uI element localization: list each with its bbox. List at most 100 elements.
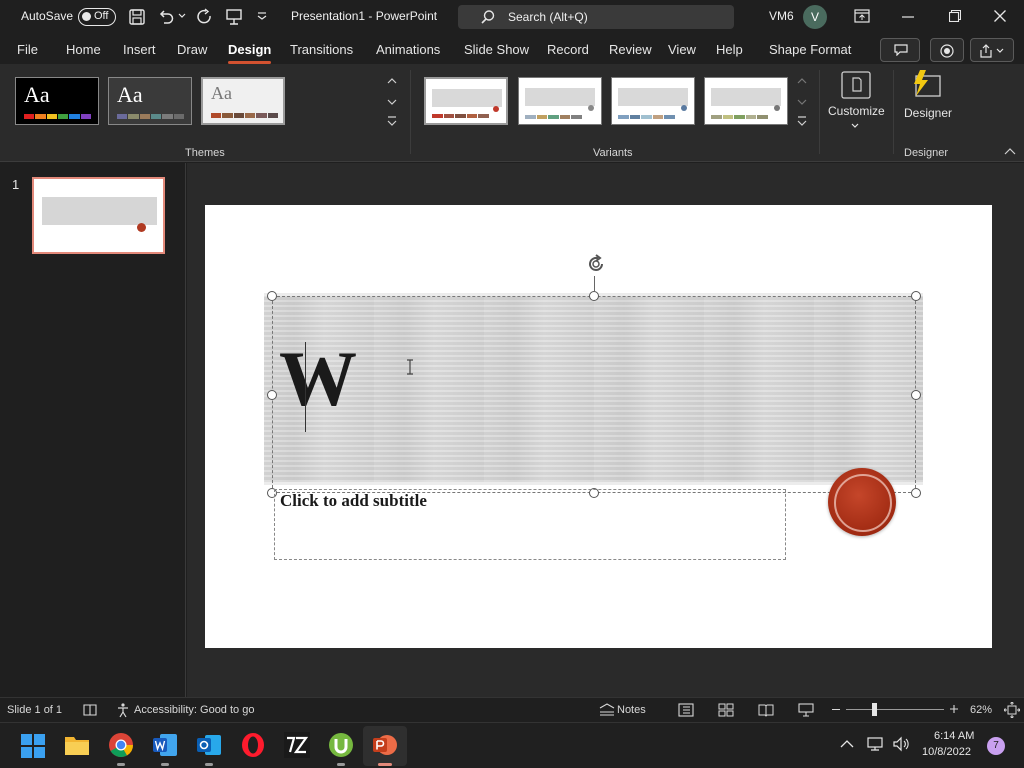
normal-view-icon[interactable] [678, 703, 694, 717]
variant-dot [588, 105, 594, 111]
designer-button[interactable]: Designer [900, 68, 956, 140]
tab-review[interactable]: Review [609, 42, 652, 57]
slide-thumbnail-pane: 1 [0, 163, 186, 697]
variant-dot [774, 105, 780, 111]
theme-sample-text: Aa [117, 82, 143, 107]
undo-icon[interactable] [157, 8, 175, 26]
running-indicator [117, 763, 125, 766]
user-name[interactable]: VM6 [769, 9, 794, 23]
tab-draw[interactable]: Draw [177, 42, 207, 57]
theme-slate[interactable]: Aa [108, 77, 192, 125]
autosave-state: Off [94, 10, 109, 22]
comments-button[interactable] [880, 38, 920, 62]
tab-animations[interactable]: Animations [376, 42, 440, 57]
clock-date[interactable]: 10/8/2022 [922, 746, 971, 758]
outlook-icon[interactable] [196, 732, 222, 766]
redo-icon[interactable] [196, 8, 214, 26]
clock-time[interactable]: 6:14 AM [934, 730, 974, 742]
7zip-icon[interactable] [284, 732, 310, 758]
tab-help[interactable]: Help [716, 42, 743, 57]
save-icon[interactable] [128, 8, 146, 26]
notes-label[interactable]: Notes [617, 704, 646, 716]
zoom-slider-track[interactable] [846, 709, 944, 710]
designer-group-label: Designer [904, 147, 949, 159]
zoom-out-icon[interactable] [832, 709, 840, 710]
tab-design[interactable]: Design [228, 42, 272, 64]
share-button[interactable] [970, 38, 1014, 62]
variant-1[interactable] [424, 77, 508, 125]
variant-3[interactable] [611, 77, 695, 125]
thumbnail-seal [137, 223, 146, 232]
theme-color-bar [117, 114, 185, 119]
resize-handle-right[interactable] [911, 390, 921, 400]
ibeam-cursor-icon [406, 359, 414, 375]
rotate-handle-stem [594, 276, 595, 292]
theme-office-dark[interactable]: Aa [15, 77, 99, 125]
customize-qat-icon[interactable] [256, 11, 268, 21]
accessibility-status[interactable]: Accessibility: Good to go [134, 704, 254, 716]
network-icon[interactable] [866, 736, 884, 752]
windows-start-icon[interactable] [20, 733, 46, 759]
close-icon[interactable] [994, 10, 1006, 22]
tab-home[interactable]: Home [66, 42, 101, 57]
themes-gallery-scroll[interactable] [385, 74, 399, 130]
notes-icon[interactable] [599, 703, 615, 717]
autosave-toggle[interactable]: Off [78, 8, 116, 26]
resize-handle-bottom-right[interactable] [911, 488, 921, 498]
rotate-handle-icon[interactable] [584, 252, 608, 276]
file-explorer-icon[interactable] [64, 732, 90, 758]
tab-view[interactable]: View [668, 42, 696, 57]
search-box[interactable]: Search (Alt+Q) [458, 5, 734, 29]
tab-record[interactable]: Record [547, 42, 589, 57]
utorrent-icon[interactable] [328, 732, 354, 766]
resize-handle-top-left[interactable] [267, 291, 277, 301]
slide-thumbnail[interactable] [32, 177, 165, 254]
tab-shape-format[interactable]: Shape Format [769, 42, 851, 57]
spelling-icon[interactable] [82, 703, 98, 717]
autosave-label: AutoSave [21, 9, 74, 23]
start-from-beginning-icon[interactable] [225, 8, 243, 26]
slide-count[interactable]: Slide 1 of 1 [7, 704, 62, 716]
restore-icon[interactable] [949, 10, 961, 22]
variants-gallery-scroll[interactable] [795, 74, 809, 130]
chrome-icon[interactable] [108, 732, 134, 766]
slide-show-icon[interactable] [798, 703, 814, 717]
resize-handle-top-right[interactable] [911, 291, 921, 301]
tab-file[interactable]: File [17, 42, 38, 57]
record-button[interactable] [930, 38, 964, 62]
resize-handle-left[interactable] [267, 390, 277, 400]
opera-icon[interactable] [240, 732, 266, 758]
tab-insert[interactable]: Insert [123, 42, 156, 57]
title-placeholder-selection[interactable] [272, 296, 916, 493]
word-icon[interactable] [152, 732, 178, 766]
notification-badge[interactable]: 7 [987, 737, 1005, 755]
theme-wood-type-selected[interactable]: Aa [201, 77, 285, 125]
tab-slide-show[interactable]: Slide Show [464, 42, 529, 57]
status-bar: Slide 1 of 1 Accessibility: Good to go N… [0, 697, 1024, 721]
variant-color-bar [618, 115, 676, 119]
minimize-icon[interactable] [902, 16, 914, 18]
undo-dropdown-icon[interactable] [178, 12, 186, 20]
collapse-ribbon-icon[interactable] [1004, 148, 1016, 156]
customize-button[interactable]: Customize [826, 68, 886, 140]
avatar[interactable]: V [803, 5, 827, 29]
show-hidden-icons-icon[interactable] [840, 739, 854, 749]
tab-transitions[interactable]: Transitions [290, 42, 353, 57]
ribbon-separator [819, 70, 820, 154]
decorative-seal [828, 468, 896, 536]
zoom-slider-thumb[interactable] [872, 703, 877, 716]
resize-handle-top[interactable] [589, 291, 599, 301]
fit-slide-icon[interactable] [1004, 702, 1020, 718]
volume-icon[interactable] [892, 736, 910, 752]
variant-2[interactable] [518, 77, 602, 125]
running-indicator [161, 763, 169, 766]
reading-view-icon[interactable] [758, 703, 774, 717]
ribbon-display-options-icon[interactable] [854, 9, 870, 23]
accessibility-icon[interactable] [115, 702, 131, 718]
variant-4[interactable] [704, 77, 788, 125]
powerpoint-icon[interactable] [372, 732, 398, 766]
slide-sorter-icon[interactable] [718, 703, 734, 717]
running-indicator [337, 763, 345, 766]
zoom-level[interactable]: 62% [970, 704, 992, 716]
zoom-in-icon[interactable] [949, 704, 959, 714]
